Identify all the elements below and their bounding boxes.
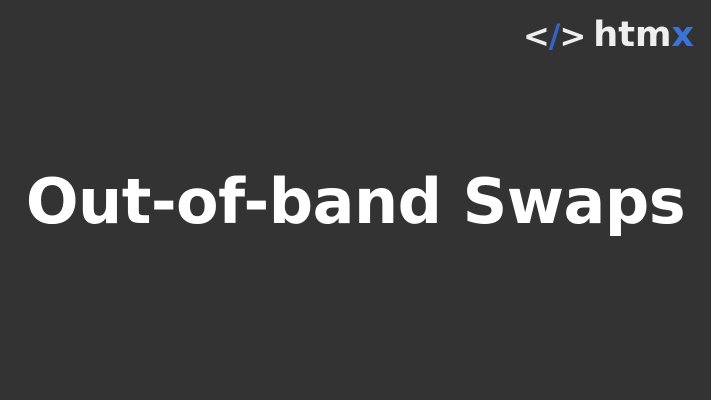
htmx-logo: </> htmx	[523, 18, 694, 53]
logo-mark-close: >	[559, 16, 586, 55]
logo-word-accent: x	[671, 15, 694, 55]
code-brackets-icon: </>	[522, 16, 586, 55]
page-title: Out-of-band Swaps	[25, 165, 686, 238]
logo-word-main: htm	[593, 15, 672, 55]
logo-wordmark: htmx	[593, 18, 694, 53]
logo-mark-slash: /	[548, 16, 561, 55]
logo-mark-open: <	[522, 16, 550, 55]
